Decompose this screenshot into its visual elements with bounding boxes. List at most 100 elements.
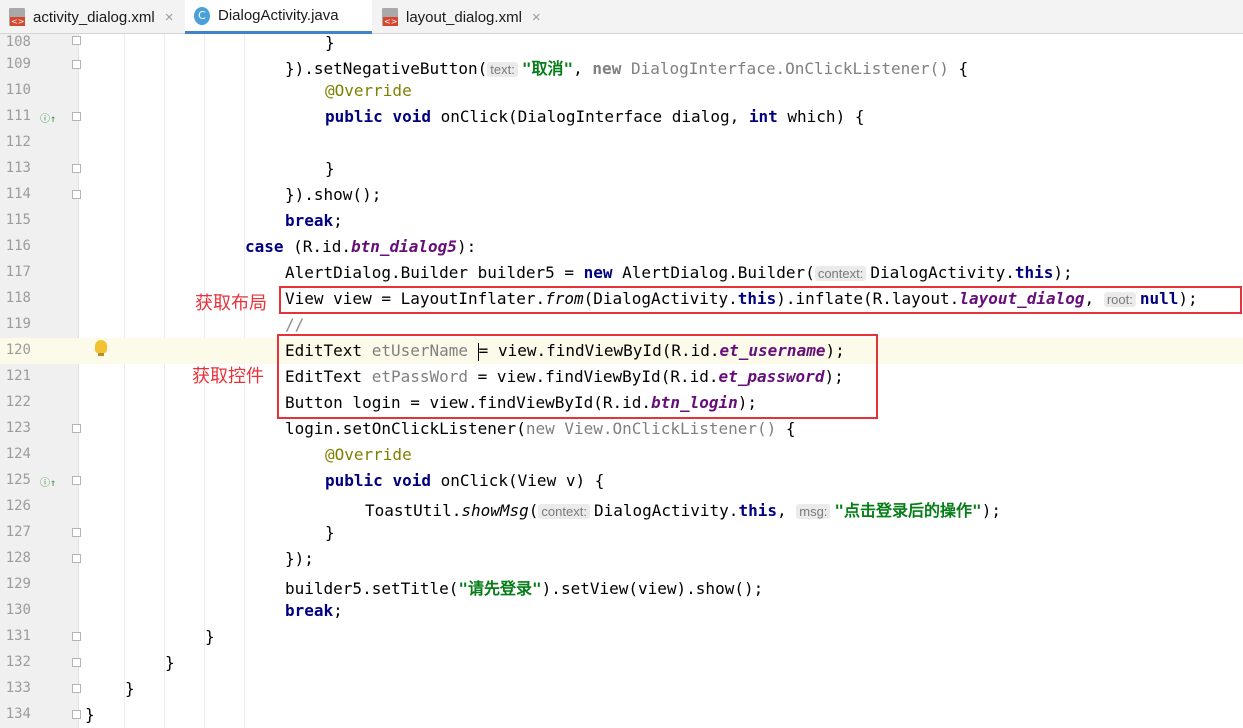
code-line: 133 }: [0, 676, 1243, 702]
line-number: 120: [5, 342, 31, 358]
tab-label: activity_dialog.xml: [33, 8, 155, 26]
code-text: //: [285, 315, 305, 334]
line-number: 108: [5, 34, 31, 50]
java-class-icon: C: [194, 6, 210, 25]
fold-marker-icon[interactable]: [72, 658, 81, 667]
fold-marker-icon[interactable]: [72, 684, 81, 693]
line-number: 116: [5, 238, 31, 254]
param-hint: context:: [538, 504, 590, 519]
tab-layout-dialog-xml[interactable]: layout_dialog.xml ×: [373, 0, 553, 34]
line-number: 114: [5, 186, 31, 202]
line-number: 123: [5, 420, 31, 436]
code-line: 125 ⓘ↑ public void onClick(View v) {: [0, 468, 1243, 494]
code-line: 124 @Override: [0, 442, 1243, 468]
xml-file-icon: [382, 8, 399, 26]
code-line: 115 break;: [0, 208, 1243, 234]
code-line: 109 }).setNegativeButton(text: "取消", new …: [0, 52, 1243, 78]
line-number: 112: [5, 134, 31, 150]
line-number: 132: [5, 654, 31, 670]
code-line: 116 case (R.id.btn_dialog5):: [0, 234, 1243, 260]
line-number: 131: [5, 628, 31, 644]
param-hint: text:: [487, 62, 518, 77]
line-number: 126: [5, 498, 31, 514]
annotation-box-controls: [277, 334, 878, 419]
line-number: 125: [5, 472, 31, 488]
tab-dialog-activity-java[interactable]: C DialogActivity.java: [185, 0, 372, 34]
code-text: }: [325, 33, 335, 52]
line-number: 133: [5, 680, 31, 696]
code-line: 117 AlertDialog.Builder builder5 = new A…: [0, 260, 1243, 286]
code-text: }: [85, 705, 95, 724]
line-number: 130: [5, 602, 31, 618]
line-number: 128: [5, 550, 31, 566]
line-number: 111: [5, 108, 31, 124]
line-number: 122: [5, 394, 31, 410]
fold-marker-icon[interactable]: [72, 528, 81, 537]
line-number: 129: [5, 576, 31, 592]
lightbulb-icon[interactable]: [95, 340, 107, 356]
code-text: @Override: [325, 81, 412, 100]
line-number: 119: [5, 316, 31, 332]
close-icon[interactable]: ×: [532, 9, 541, 26]
code-line: 110 @Override: [0, 78, 1243, 104]
code-text: }).show();: [285, 185, 382, 204]
code-text: }: [125, 679, 135, 698]
code-line: 130 break;: [0, 598, 1243, 624]
line-number: 113: [5, 160, 31, 176]
code-text: builder5.setTitle("请先登录").setView(view).…: [285, 579, 764, 598]
line-number: 127: [5, 524, 31, 540]
close-icon[interactable]: ×: [165, 9, 174, 26]
fold-marker-icon[interactable]: [72, 164, 81, 173]
code-text: case (R.id.btn_dialog5):: [245, 237, 477, 256]
param-hint: msg:: [796, 504, 831, 519]
xml-file-icon: [9, 8, 26, 26]
line-number: 117: [5, 264, 31, 280]
fold-marker-icon[interactable]: [72, 710, 81, 719]
code-line: 134 }: [0, 702, 1243, 728]
code-line: 126 ToastUtil.showMsg(context: DialogActi…: [0, 494, 1243, 520]
fold-marker-icon[interactable]: [72, 476, 81, 485]
override-marker-icon[interactable]: ⓘ↑: [40, 110, 56, 125]
fold-marker-icon[interactable]: [72, 60, 81, 69]
code-text: ToastUtil.showMsg(context: DialogActivity…: [365, 501, 1001, 520]
code-text: public void onClick(View v) {: [325, 471, 605, 490]
fold-marker-icon[interactable]: [72, 554, 81, 563]
tab-activity-dialog-xml[interactable]: activity_dialog.xml ×: [0, 0, 184, 34]
fold-marker-icon[interactable]: [72, 112, 81, 121]
annotation-label-layout: 获取布局: [195, 293, 267, 314]
code-text: break;: [285, 211, 343, 230]
fold-marker-icon[interactable]: [72, 424, 81, 433]
override-marker-icon[interactable]: ⓘ↑: [40, 474, 56, 489]
line-number: 109: [5, 56, 31, 72]
code-text: login.setOnClickListener(new View.OnClic…: [285, 419, 796, 438]
code-text: }: [165, 653, 175, 672]
line-number: 121: [5, 368, 31, 384]
line-number: 110: [5, 82, 31, 98]
param-hint: context:: [814, 266, 867, 281]
line-number: 118: [5, 290, 31, 306]
code-line: 113 }: [0, 156, 1243, 182]
code-line: 114 }).show();: [0, 182, 1243, 208]
tab-label: layout_dialog.xml: [406, 8, 522, 26]
annotation-box-layout: [279, 286, 1242, 314]
code-text: public void onClick(DialogInterface dial…: [325, 107, 865, 126]
fold-marker-icon[interactable]: [72, 36, 81, 45]
fold-marker-icon[interactable]: [72, 632, 81, 641]
editor-tab-bar: activity_dialog.xml × C DialogActivity.j…: [0, 0, 1243, 34]
annotation-label-controls: 获取控件: [192, 366, 264, 387]
tab-label: DialogActivity.java: [218, 7, 339, 24]
code-line: 128 });: [0, 546, 1243, 572]
line-number: 115: [5, 212, 31, 228]
code-text: });: [285, 549, 314, 568]
code-line: 112: [0, 130, 1243, 156]
line-number: 134: [5, 706, 31, 722]
code-line: 129 builder5.setTitle("请先登录").setView(vi…: [0, 572, 1243, 598]
code-line: 123 login.setOnClickListener(new View.On…: [0, 416, 1243, 442]
code-text: }: [325, 523, 335, 542]
code-line: 127 }: [0, 520, 1243, 546]
code-text: }: [325, 159, 335, 178]
code-text: AlertDialog.Builder builder5 = new Alert…: [285, 263, 1073, 282]
code-line: 111 ⓘ↑ public void onClick(DialogInterfa…: [0, 104, 1243, 130]
fold-marker-icon[interactable]: [72, 190, 81, 199]
code-text: }).setNegativeButton(text: "取消", new Dial…: [285, 59, 969, 78]
